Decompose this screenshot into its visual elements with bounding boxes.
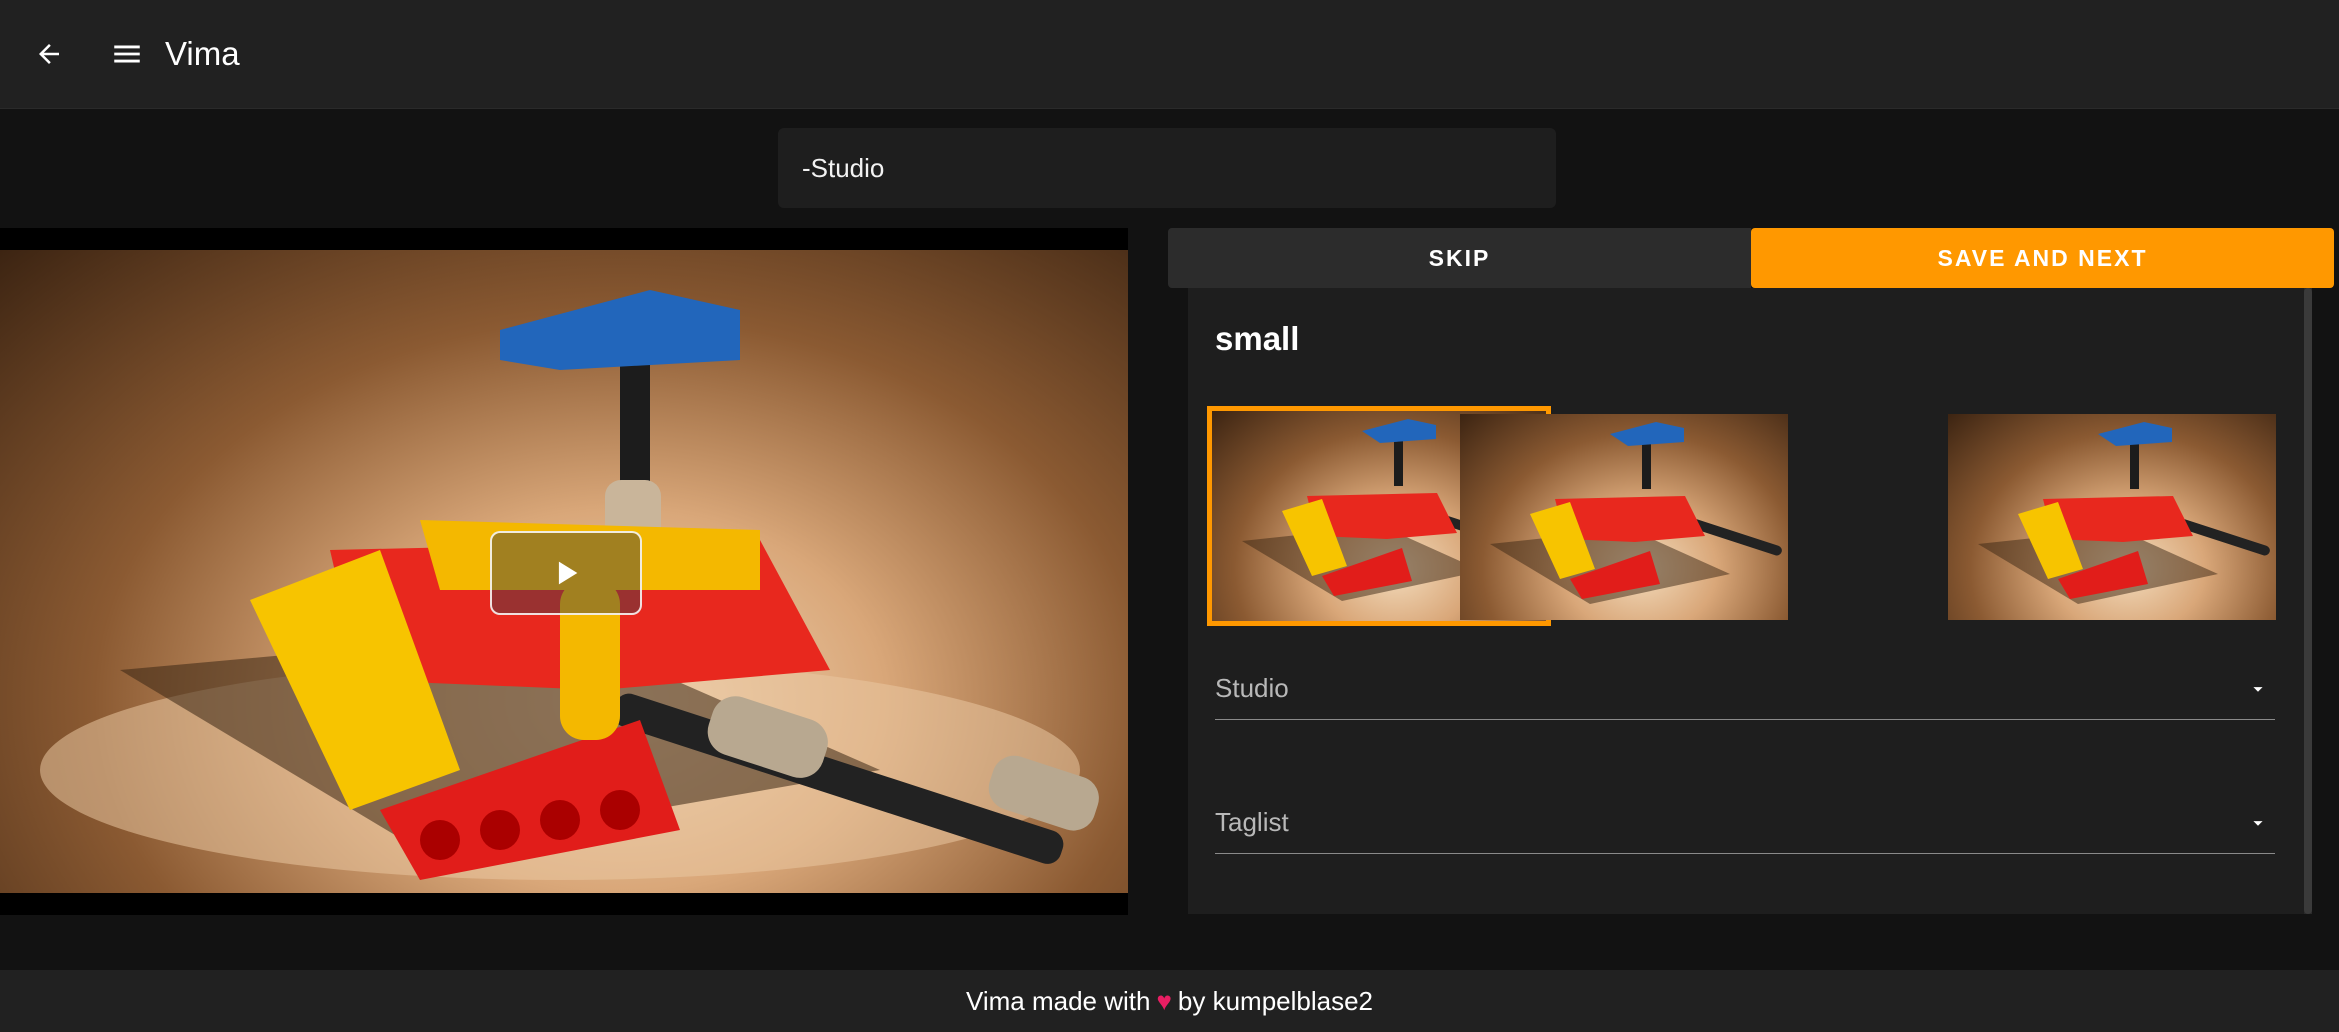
thumbnail-image — [1490, 422, 1782, 604]
arrow-left-icon — [39, 44, 59, 64]
heart-icon: ♥ — [1156, 985, 1172, 1016]
studio-select-label: Studio — [1215, 673, 1289, 703]
play-button[interactable] — [490, 531, 642, 615]
app-title: Vima — [165, 35, 240, 72]
footer-prefix: Vima made with — [965, 985, 1151, 1016]
skip-button[interactable]: SKIP — [1168, 228, 1751, 288]
taglist-select[interactable]: Taglist — [1215, 792, 2275, 854]
thumbnail-option-3[interactable] — [1948, 414, 2276, 620]
dropdown-arrow-icon — [2253, 686, 2263, 692]
search-box[interactable] — [778, 128, 1556, 208]
menu-icon — [114, 45, 140, 63]
dropdown-arrow-icon — [2253, 820, 2263, 826]
panel-scrollbar-thumb[interactable] — [2304, 288, 2312, 914]
play-icon — [558, 561, 578, 585]
taglist-select-label: Taglist — [1215, 807, 1289, 837]
save-and-next-button[interactable]: SAVE AND NEXT — [1751, 228, 2334, 288]
action-bar: SKIP SAVE AND NEXT — [1168, 228, 2334, 288]
footer: Vima made with ♥ by kumpelblase2 — [0, 970, 2339, 1032]
thumbnail-image — [1978, 422, 2270, 604]
video-player[interactable] — [0, 228, 1128, 915]
metadata-panel: small Studio Taglist — [1188, 288, 2304, 914]
app-bar: Vima — [0, 0, 2339, 109]
back-button[interactable] — [29, 34, 69, 74]
section-title: small — [1215, 320, 1300, 357]
menu-button[interactable] — [107, 34, 147, 74]
search-input[interactable] — [800, 151, 1534, 185]
studio-select[interactable]: Studio — [1215, 658, 2275, 720]
thumbnail-option-2[interactable] — [1460, 414, 1788, 620]
footer-suffix: by kumpelblase2 — [1177, 985, 1374, 1016]
